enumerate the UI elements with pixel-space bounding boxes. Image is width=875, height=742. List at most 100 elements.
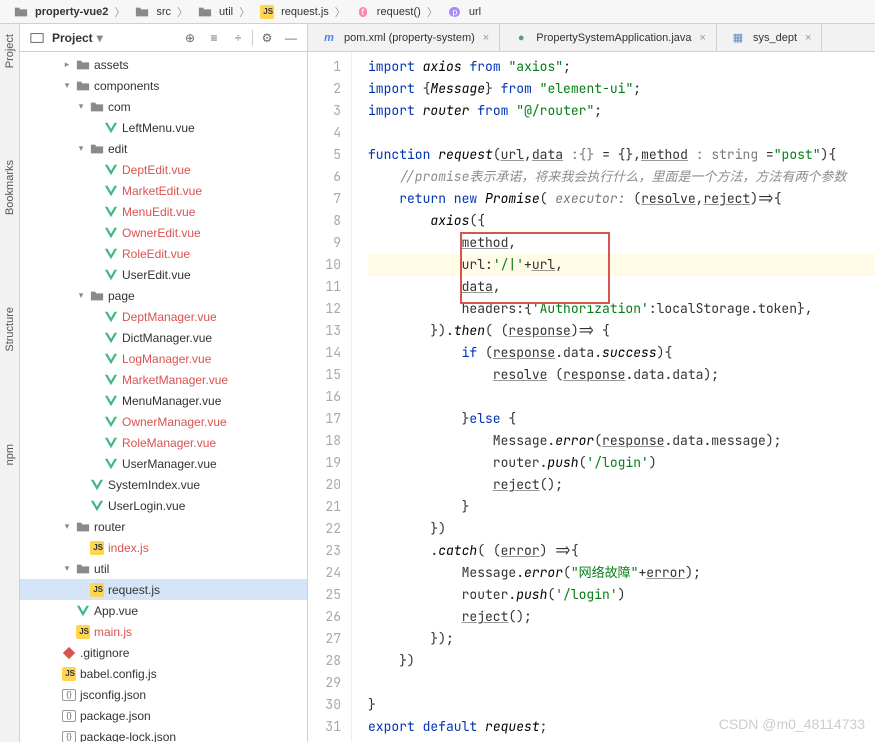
code-content[interactable]: import axios from "axios";import {Messag…: [352, 52, 875, 742]
select-opened-icon[interactable]: ⊕: [180, 28, 200, 48]
code-line[interactable]: method,: [368, 232, 875, 254]
chevron-down-icon[interactable]: ▾: [62, 563, 72, 574]
tree-item[interactable]: ▾router: [20, 516, 307, 537]
tree-item[interactable]: MenuManager.vue: [20, 390, 307, 411]
tree-item[interactable]: ▾util: [20, 558, 307, 579]
breadcrumb-item[interactable]: util: [190, 4, 237, 20]
tree-item[interactable]: ▾components: [20, 75, 307, 96]
code-line[interactable]: export default request;: [368, 716, 875, 738]
tree-item-label: RoleEdit.vue: [122, 247, 190, 261]
tree-item[interactable]: JSmain.js: [20, 621, 307, 642]
collapse-all-icon[interactable]: ÷: [228, 28, 248, 48]
tree-item[interactable]: JSbabel.config.js: [20, 663, 307, 684]
tree-item[interactable]: JSrequest.js: [20, 579, 307, 600]
tree-item[interactable]: UserEdit.vue: [20, 264, 307, 285]
breadcrumb-item[interactable]: property-vue2: [6, 4, 112, 20]
code-line[interactable]: });: [368, 628, 875, 650]
tree-item[interactable]: LogManager.vue: [20, 348, 307, 369]
code-line[interactable]: Message.error(response.data.message);: [368, 430, 875, 452]
breadcrumb-item[interactable]: purl: [440, 4, 485, 20]
line-number: 19: [308, 452, 341, 474]
tree-item[interactable]: ▾com: [20, 96, 307, 117]
close-icon[interactable]: ×: [700, 32, 706, 44]
editor-tab[interactable]: ●PropertySystemApplication.java×: [500, 24, 717, 52]
breadcrumb-item[interactable]: src: [127, 4, 175, 20]
editor-tab[interactable]: ▦sys_dept×: [717, 24, 822, 52]
rail-item-project[interactable]: Project: [4, 28, 16, 74]
gear-icon[interactable]: ⚙: [257, 28, 277, 48]
tree-item[interactable]: SystemIndex.vue: [20, 474, 307, 495]
breadcrumb-item[interactable]: frequest(): [348, 4, 425, 20]
code-line[interactable]: //promise表示承诺，将来我会执行什么，里面是一个方法，方法有两个参数: [368, 166, 875, 188]
rail-item-structure[interactable]: Structure: [4, 301, 16, 358]
tree-item[interactable]: OwnerEdit.vue: [20, 222, 307, 243]
code-line[interactable]: }): [368, 650, 875, 672]
chevron-down-icon[interactable]: ▾: [62, 521, 72, 532]
chevron-down-icon[interactable]: ▾: [76, 290, 86, 301]
tree-item[interactable]: UserManager.vue: [20, 453, 307, 474]
chevron-down-icon[interactable]: ▾: [76, 101, 86, 112]
tree-item[interactable]: OwnerManager.vue: [20, 411, 307, 432]
code-line[interactable]: reject();: [368, 606, 875, 628]
tree-item[interactable]: MenuEdit.vue: [20, 201, 307, 222]
folder-icon: [75, 57, 91, 73]
code-line[interactable]: [368, 122, 875, 144]
tree-item[interactable]: {}jsconfig.json: [20, 684, 307, 705]
project-tree[interactable]: ▸assets▾components▾comLeftMenu.vue▾editD…: [20, 52, 307, 742]
code-line[interactable]: return new Promise( executor: (resolve,r…: [368, 188, 875, 210]
code-line[interactable]: router.push('/login'): [368, 452, 875, 474]
breadcrumb-item[interactable]: JSrequest.js: [252, 4, 333, 20]
tree-item[interactable]: {}package-lock.json: [20, 726, 307, 742]
tree-item[interactable]: JSindex.js: [20, 537, 307, 558]
code-line[interactable]: }: [368, 496, 875, 518]
tree-item[interactable]: RoleEdit.vue: [20, 243, 307, 264]
code-editor[interactable]: 1234567891011121314151617181920212223242…: [308, 52, 875, 742]
tree-item[interactable]: App.vue: [20, 600, 307, 621]
code-line[interactable]: router.push('/login'): [368, 584, 875, 606]
tree-item[interactable]: DeptManager.vue: [20, 306, 307, 327]
code-line[interactable]: [368, 672, 875, 694]
tree-item[interactable]: DeptEdit.vue: [20, 159, 307, 180]
tree-item[interactable]: RoleManager.vue: [20, 432, 307, 453]
tree-item[interactable]: LeftMenu.vue: [20, 117, 307, 138]
close-icon[interactable]: ×: [483, 32, 489, 44]
rail-item-bookmarks[interactable]: Bookmarks: [4, 154, 16, 221]
code-line[interactable]: function request(url,data :{} = {},metho…: [368, 144, 875, 166]
code-line[interactable]: data,: [368, 276, 875, 298]
code-line[interactable]: Message.error("网络故障"+error);: [368, 562, 875, 584]
code-line[interactable]: .catch( (error) =>{: [368, 540, 875, 562]
tree-item[interactable]: MarketManager.vue: [20, 369, 307, 390]
tree-item[interactable]: ▸assets: [20, 54, 307, 75]
code-line[interactable]: headers:{'Authorization':localStorage.to…: [368, 298, 875, 320]
close-icon[interactable]: ×: [805, 32, 811, 44]
chevron-right-icon[interactable]: ▸: [62, 59, 72, 70]
code-line[interactable]: axios({: [368, 210, 875, 232]
chevron-down-icon[interactable]: ▾: [62, 80, 72, 91]
code-line[interactable]: import router from "@/router";: [368, 100, 875, 122]
code-line[interactable]: if (response.data.success){: [368, 342, 875, 364]
tree-item[interactable]: DictManager.vue: [20, 327, 307, 348]
code-line[interactable]: resolve (response.data.data);: [368, 364, 875, 386]
tree-item[interactable]: MarketEdit.vue: [20, 180, 307, 201]
sidebar-title[interactable]: Project ▾: [26, 30, 103, 46]
code-line[interactable]: }: [368, 694, 875, 716]
expand-all-icon[interactable]: ≡: [204, 28, 224, 48]
code-line[interactable]: [368, 386, 875, 408]
hide-icon[interactable]: —: [281, 28, 301, 48]
code-line[interactable]: }).then( (response)=> {: [368, 320, 875, 342]
code-line[interactable]: import {Message} from "element-ui";: [368, 78, 875, 100]
tree-item[interactable]: ▾edit: [20, 138, 307, 159]
code-line[interactable]: url:'/|'+url,: [368, 254, 875, 276]
code-line[interactable]: import axios from "axios";: [368, 56, 875, 78]
chevron-down-icon[interactable]: ▾: [76, 143, 86, 154]
code-line[interactable]: reject();: [368, 474, 875, 496]
code-line[interactable]: }else {: [368, 408, 875, 430]
line-number: 1: [308, 56, 341, 78]
editor-tab[interactable]: mpom.xml (property-system)×: [308, 24, 500, 52]
tree-item[interactable]: .gitignore: [20, 642, 307, 663]
tree-item[interactable]: {}package.json: [20, 705, 307, 726]
tree-item[interactable]: UserLogin.vue: [20, 495, 307, 516]
rail-item-npm[interactable]: npm: [4, 438, 16, 471]
code-line[interactable]: }): [368, 518, 875, 540]
tree-item[interactable]: ▾page: [20, 285, 307, 306]
